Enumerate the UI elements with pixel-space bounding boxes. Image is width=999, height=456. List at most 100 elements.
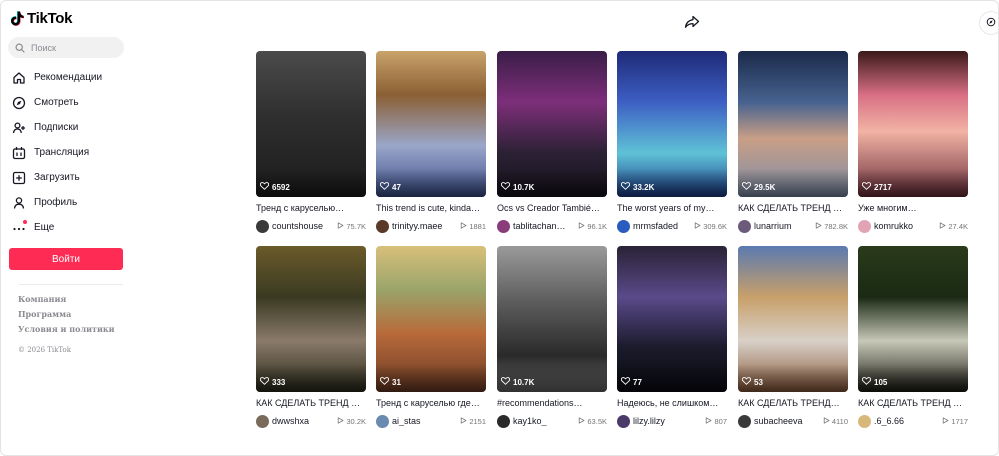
play-icon: [337, 416, 344, 426]
video-title[interactable]: КАК СДЕЛАТЬ ТРЕНД …: [738, 203, 848, 213]
sidebar-item-explore[interactable]: Смотреть: [1, 90, 141, 115]
video-card[interactable]: 29.5K КАК СДЕЛАТЬ ТРЕНД … lunarrium 782.8K: [738, 51, 848, 236]
video-title[interactable]: Тренд с каруселью…: [256, 203, 366, 213]
avatar[interactable]: [497, 219, 510, 233]
heart-icon: [500, 182, 511, 192]
video-card[interactable]: 2717 Уже многим… komrukko 27.4K: [858, 51, 968, 236]
video-card[interactable]: 31 Тренд с каруселью где… ai_stas 2151: [376, 246, 486, 431]
sidebar-item-following[interactable]: Подписки: [1, 115, 141, 140]
sidebar-item-more[interactable]: Еще: [1, 215, 141, 240]
video-card[interactable]: 333 КАК СДЕЛАТЬ ТРЕНД … dwwshxa 30.2K: [256, 246, 366, 431]
video-title[interactable]: КАК СДЕЛАТЬ ТРЕНД …: [256, 398, 366, 408]
view-count: 75.7K: [337, 222, 366, 231]
video-thumbnail[interactable]: 10.7K: [497, 51, 607, 197]
video-card[interactable]: 10.7K #recommendations… kay1ko_ 63.5K: [497, 246, 607, 431]
video-meta: lunarrium 782.8K: [738, 219, 848, 233]
video-thumbnail[interactable]: 29.5K: [738, 51, 848, 197]
video-meta: subacheeva 4110: [738, 414, 848, 428]
video-meta: .6_6.66 1717: [858, 414, 968, 428]
view-count-text: 309.6K: [703, 221, 727, 231]
username[interactable]: subacheeva: [754, 416, 803, 426]
view-count: 2151: [460, 417, 486, 426]
avatar[interactable]: [376, 219, 389, 233]
avatar[interactable]: [738, 219, 751, 233]
like-count-text: 333: [272, 377, 286, 387]
view-count: 782.8K: [815, 222, 848, 231]
like-count: 53: [741, 377, 763, 387]
username[interactable]: .6_6.66: [874, 416, 904, 426]
video-card[interactable]: 105 КАК СДЕЛАТЬ ТРЕНД … .6_6.66 1717: [858, 246, 968, 431]
footer-link-terms[interactable]: Условия и политики: [18, 324, 115, 335]
sidebar-item-recommendations[interactable]: Рекомендации: [1, 65, 141, 90]
avatar[interactable]: [858, 219, 871, 233]
username[interactable]: dwwshxa: [272, 416, 309, 426]
sidebar-item-upload[interactable]: Загрузить: [1, 165, 141, 190]
sidebar-item-profile[interactable]: Профиль: [1, 190, 141, 215]
video-thumbnail[interactable]: 10.7K: [497, 246, 607, 392]
username[interactable]: trinityy.maee: [392, 221, 442, 231]
avatar[interactable]: [256, 414, 269, 428]
video-thumbnail[interactable]: 105: [858, 246, 968, 392]
avatar[interactable]: [617, 414, 630, 428]
video-thumbnail[interactable]: 6592: [256, 51, 366, 197]
username[interactable]: countshouse: [272, 221, 323, 231]
username[interactable]: mrmsfaded: [633, 221, 678, 231]
login-button[interactable]: Войти: [9, 248, 123, 270]
heart-icon: [620, 182, 631, 192]
video-title[interactable]: This trend is cute, kinda…: [376, 203, 486, 213]
video-card[interactable]: 77 Надеюсь, не слишком… lilzy.lilzy 807: [617, 246, 727, 431]
footer-link-program[interactable]: Программа: [18, 309, 115, 320]
video-title[interactable]: КАК СДЕЛАТЬ ТРЕНД …: [858, 398, 968, 408]
search-bar[interactable]: [8, 37, 124, 58]
avatar[interactable]: [858, 414, 871, 428]
video-title[interactable]: Надеюсь, не слишком…: [617, 398, 727, 408]
tiktok-logo[interactable]: TikTok: [11, 10, 72, 27]
username[interactable]: ai_stas: [392, 416, 421, 426]
sidebar-item-live[interactable]: Трансляция: [1, 140, 141, 165]
video-card[interactable]: 6592 Тренд с каруселью… countshouse 75.7K: [256, 51, 366, 236]
footer-link-company[interactable]: Компания: [18, 294, 115, 305]
view-count: 30.2K: [337, 417, 366, 426]
like-count: 31: [379, 377, 401, 387]
video-card[interactable]: 53 КАК СДЕЛАТЬ ТРЕНД… subacheeva 4110: [738, 246, 848, 431]
avatar[interactable]: [497, 414, 510, 428]
video-title[interactable]: The worst years of my…: [617, 203, 727, 213]
avatar[interactable]: [376, 414, 389, 428]
view-count: 4110: [823, 417, 848, 426]
username[interactable]: kay1ko_: [513, 416, 547, 426]
search-input[interactable]: [31, 42, 111, 53]
video-thumbnail[interactable]: 333: [256, 246, 366, 392]
video-card[interactable]: 33.2K The worst years of my… mrmsfaded 309.…: [617, 51, 727, 236]
video-meta: trinityy.maee 1881: [376, 219, 486, 233]
video-title[interactable]: #recommendations…: [497, 398, 607, 408]
video-row: 6592 Тренд с каруселью… countshouse 75.7K 4…: [256, 51, 976, 236]
home-icon: [11, 70, 27, 86]
video-thumbnail[interactable]: 53: [738, 246, 848, 392]
view-count: 63.5K: [578, 417, 607, 426]
sidebar-divider: [19, 284, 123, 285]
sidebar-nav: Рекомендации Смотреть Подписки Трансляци…: [1, 65, 141, 240]
video-thumbnail[interactable]: 2717: [858, 51, 968, 197]
video-thumbnail[interactable]: 47: [376, 51, 486, 197]
username[interactable]: lunarrium: [754, 221, 792, 231]
video-thumbnail[interactable]: 33.2K: [617, 51, 727, 197]
video-card[interactable]: 47 This trend is cute, kinda… trinityy.mae…: [376, 51, 486, 236]
avatar[interactable]: [738, 414, 751, 428]
video-title[interactable]: Тренд с каруселью где…: [376, 398, 486, 408]
video-card[interactable]: 10.7K Ocs vs Creador Tambié… tablitachan… 9…: [497, 51, 607, 236]
share-icon[interactable]: [684, 15, 700, 34]
video-thumbnail[interactable]: 31: [376, 246, 486, 392]
username[interactable]: tablitachan…: [513, 221, 566, 231]
username[interactable]: lilzy.lilzy: [633, 416, 665, 426]
video-meta: ai_stas 2151: [376, 414, 486, 428]
video-title[interactable]: КАК СДЕЛАТЬ ТРЕНД…: [738, 398, 848, 408]
video-title[interactable]: Уже многим…: [858, 203, 968, 213]
corner-action-button[interactable]: [979, 11, 998, 35]
username[interactable]: komrukko: [874, 221, 913, 231]
avatar[interactable]: [617, 219, 630, 233]
avatar[interactable]: [256, 219, 269, 233]
video-title[interactable]: Ocs vs Creador Tambié…: [497, 203, 607, 213]
like-count: 10.7K: [500, 377, 534, 387]
video-thumbnail[interactable]: 77: [617, 246, 727, 392]
heart-icon: [741, 377, 752, 387]
